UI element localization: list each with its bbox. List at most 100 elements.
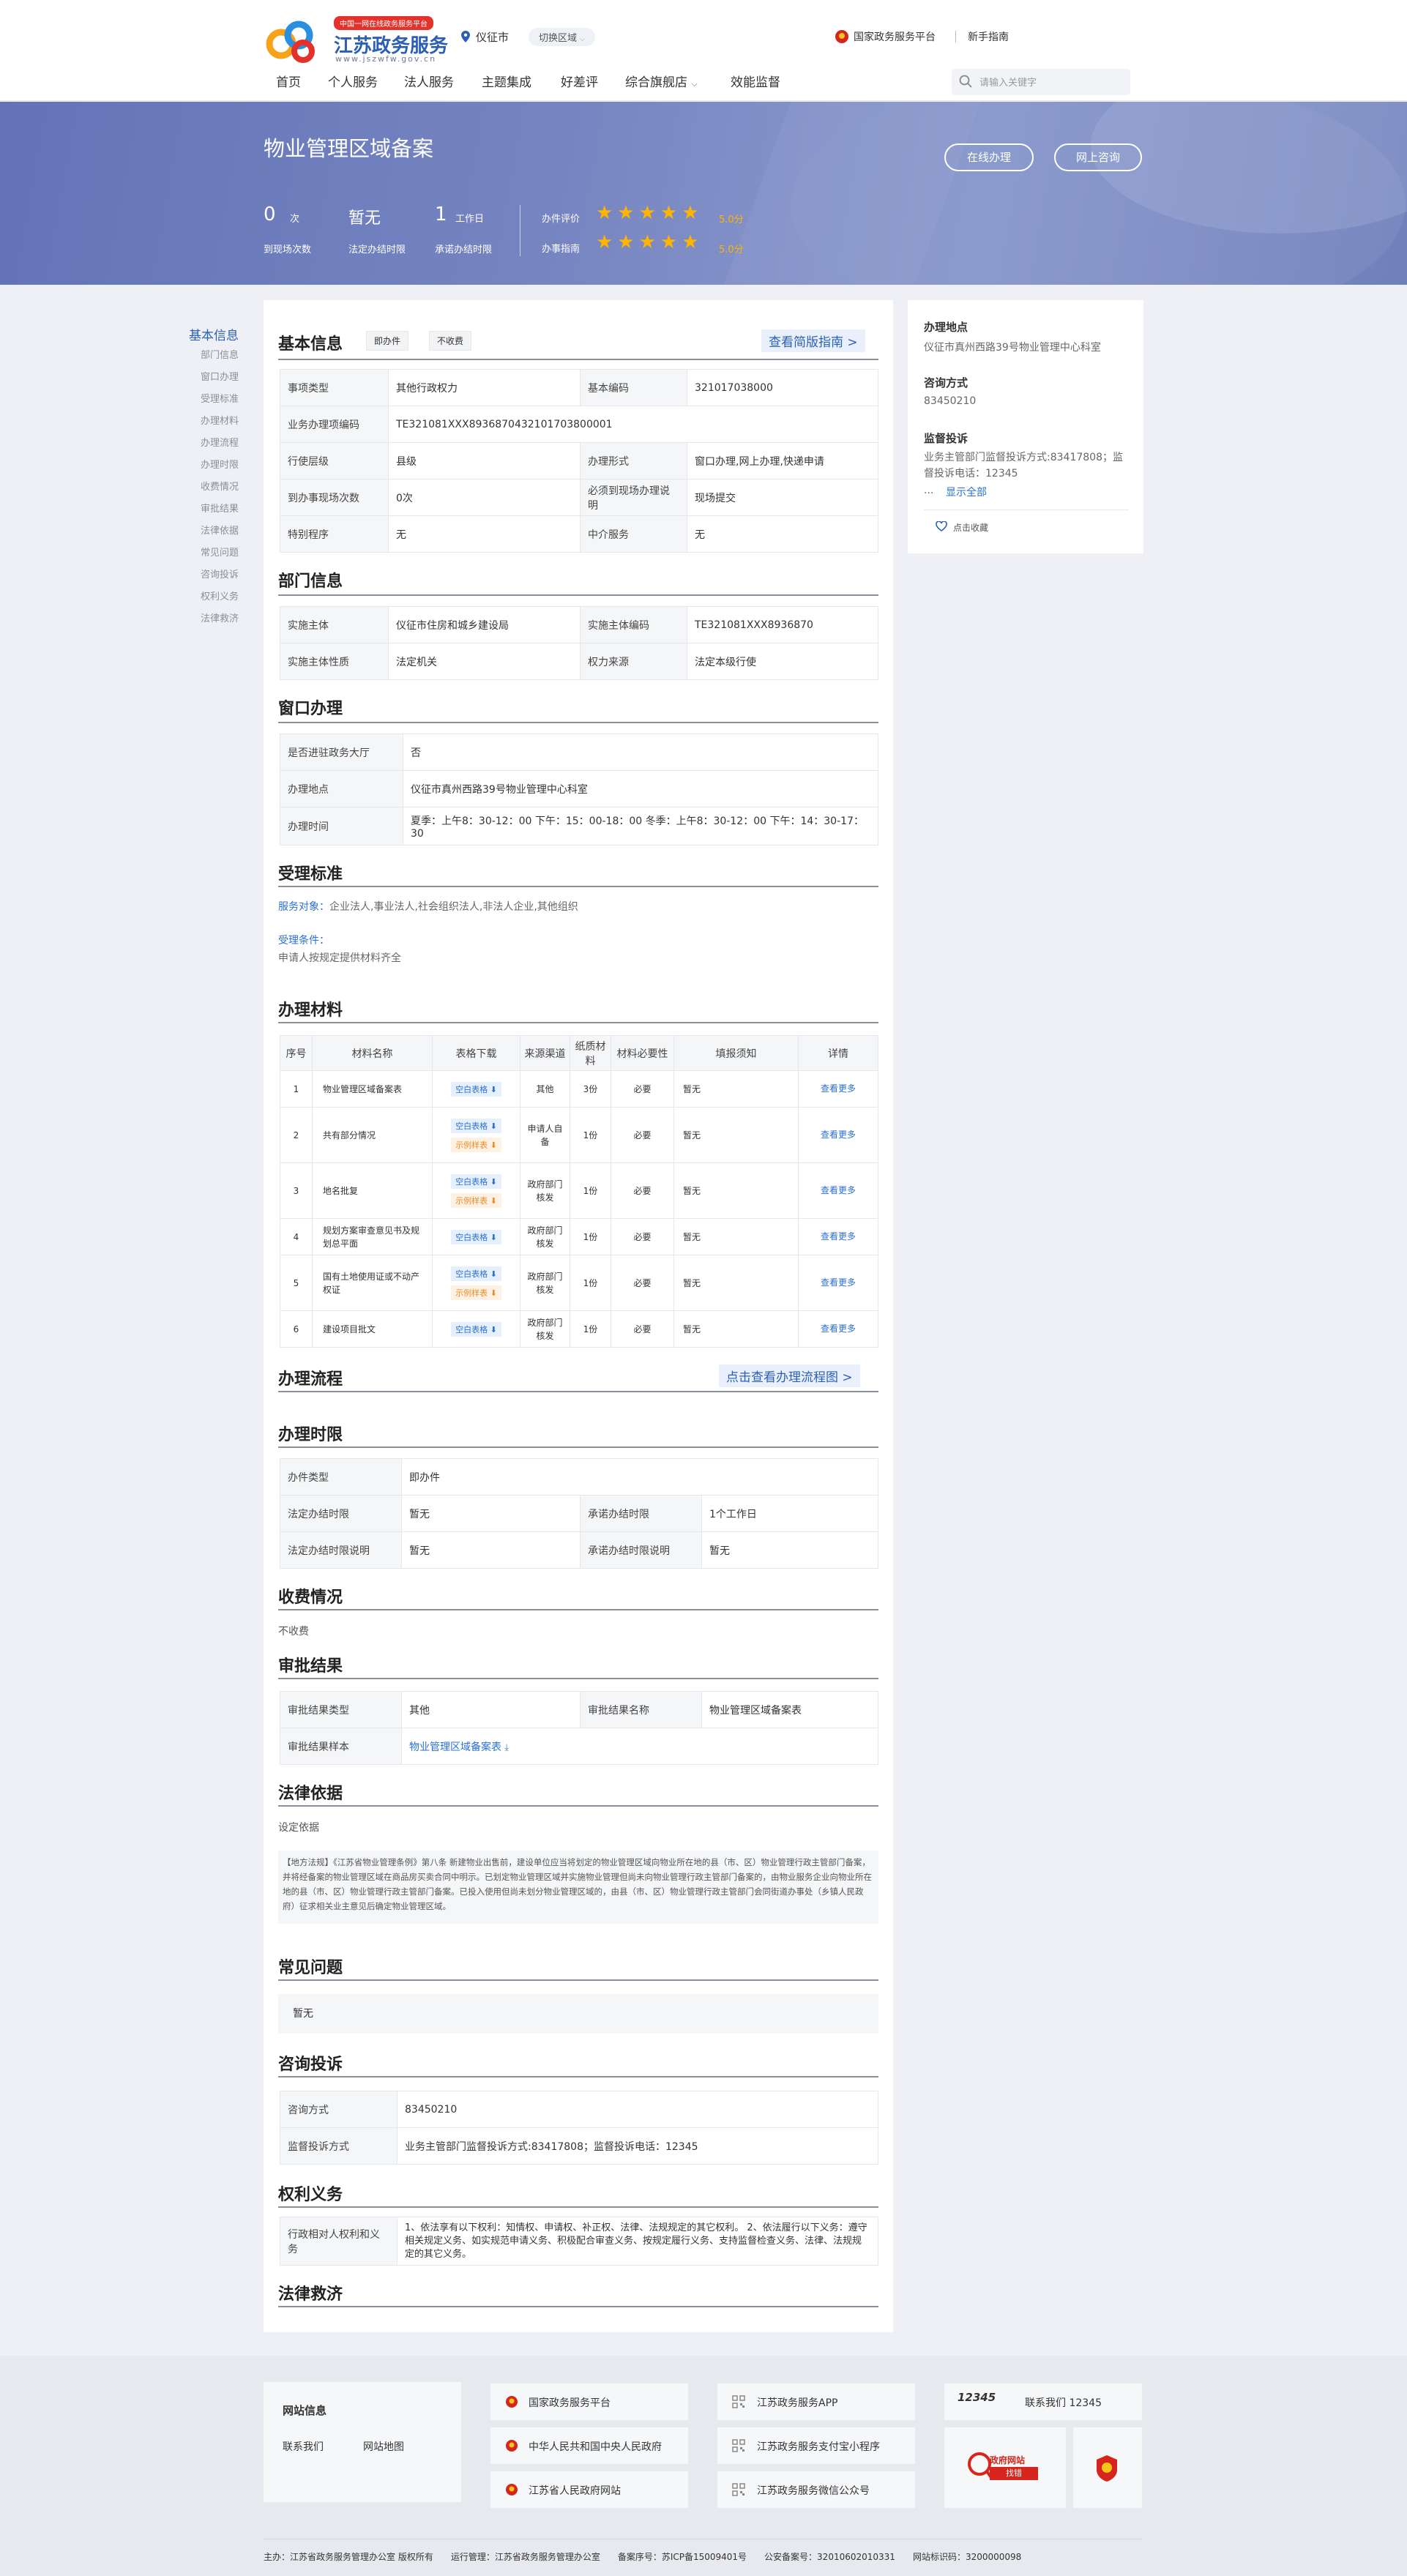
section-divider bbox=[278, 2206, 878, 2208]
nav-personal[interactable]: 个人服务 bbox=[328, 72, 378, 90]
blank-form-download[interactable]: 空白表格 ⬇ bbox=[451, 1266, 501, 1281]
process-chart-link[interactable]: 点击查看办理流程图 > bbox=[719, 1364, 860, 1387]
logo-icon[interactable] bbox=[265, 18, 322, 64]
section-divider bbox=[278, 886, 878, 887]
footer-contact-link[interactable]: 联系我们 bbox=[283, 2439, 324, 2454]
side-place-title: 办理地点 bbox=[924, 321, 969, 334]
table-value: 即办件 bbox=[401, 1458, 878, 1496]
download-icon[interactable]: ⤓ bbox=[504, 1742, 508, 1752]
blank-form-download[interactable]: 空白表格 ⬇ bbox=[451, 1173, 501, 1189]
errata-sub: 找错 bbox=[990, 2467, 1038, 2480]
table-cell: 必要 bbox=[611, 1255, 674, 1311]
blank-form-label: 空白表格 bbox=[455, 1121, 488, 1131]
footer-sitemap-link[interactable]: 网站地图 bbox=[363, 2439, 404, 2454]
material-note: 暂无 bbox=[683, 1084, 701, 1094]
leftnav-remedy[interactable]: 法律救济 bbox=[201, 611, 239, 624]
footer-link[interactable]: 江苏政务服务支付宝小程序 bbox=[757, 2439, 880, 2454]
table-value: 夏季：上午8：30-12：00 下午：15：00-18：00 冬季：上午8：30… bbox=[403, 807, 878, 845]
view-more-link[interactable]: 查看更多 bbox=[809, 1130, 867, 1140]
table-value: 1、依法享有以下权利：知情权、申请权、补正权、法律、法规规定的其它权利。 2、依… bbox=[397, 2217, 878, 2266]
nav-evaluation[interactable]: 好差评 bbox=[561, 72, 598, 90]
view-more-link[interactable]: 查看更多 bbox=[809, 1083, 867, 1094]
qr-code-icon[interactable] bbox=[732, 2439, 745, 2452]
leftnav-dept[interactable]: 部门信息 bbox=[201, 347, 239, 361]
materials-table: 序号 材料名称 表格下载 来源渠道 纸质材料 材料必要性 填报须知 详情 1 物业… bbox=[280, 1035, 878, 1348]
service-target: 服务对象：企业法人,事业法人,社会组织法人,非法人企业,其他组织 bbox=[278, 899, 578, 914]
sample-form-download[interactable]: 示例样表 ⬇ bbox=[451, 1137, 501, 1152]
blank-form-download[interactable]: 空白表格 ⬇ bbox=[451, 1118, 501, 1133]
col-header: 材料名称 bbox=[312, 1035, 433, 1071]
view-more-link[interactable]: 查看更多 bbox=[809, 1231, 867, 1242]
leftnav-result[interactable]: 审批结果 bbox=[201, 501, 239, 515]
table-value: 县级 bbox=[388, 442, 581, 479]
leftnav-basic[interactable]: 基本信息 bbox=[189, 325, 239, 343]
material-source: 申请人自备 bbox=[527, 1123, 563, 1147]
search-input[interactable] bbox=[952, 69, 1130, 95]
leftnav-consult[interactable]: 咨询投诉 bbox=[201, 567, 239, 580]
result-sample-link[interactable]: 物业管理区域备案表 bbox=[409, 1741, 501, 1753]
errata-badge[interactable]: 政府网站 找错 bbox=[968, 2449, 1041, 2486]
table-key: 承诺办结时限 bbox=[580, 1495, 702, 1532]
sample-form-download[interactable]: 示例样表 ⬇ bbox=[451, 1192, 501, 1208]
material-no: 2 bbox=[293, 1130, 299, 1140]
view-more-link[interactable]: 查看更多 bbox=[809, 1277, 867, 1288]
table-row: 实施主体 仪征市住房和城乡建设局 实施主体编码 TE321081XXX89368… bbox=[280, 606, 878, 643]
section-title-law: 法律依据 bbox=[278, 1785, 343, 1803]
material-note: 暂无 bbox=[683, 1278, 701, 1288]
footer-link[interactable]: 江苏省人民政府网站 bbox=[529, 2483, 621, 2498]
table-key: 监督投诉方式 bbox=[280, 2127, 398, 2165]
leftnav-fee[interactable]: 收费情况 bbox=[201, 479, 239, 493]
material-no: 4 bbox=[293, 1231, 299, 1242]
brief-guide-link[interactable]: 查看简版指南 > bbox=[761, 329, 865, 352]
search-placeholder: 请输入关键字 bbox=[979, 78, 1037, 89]
online-consult-button[interactable]: 网上咨询 bbox=[1054, 143, 1142, 171]
section-divider bbox=[278, 359, 878, 360]
leftnav-rights[interactable]: 权利义务 bbox=[201, 589, 239, 602]
nav-legal[interactable]: 法人服务 bbox=[404, 72, 454, 90]
heart-icon[interactable] bbox=[936, 521, 947, 531]
footer-link[interactable]: 江苏政务服务APP bbox=[757, 2395, 837, 2410]
section-title-consult: 咨询投诉 bbox=[278, 2056, 343, 2074]
leftnav-process[interactable]: 办理流程 bbox=[201, 435, 239, 449]
leftnav-accept[interactable]: 受理标准 bbox=[201, 391, 239, 405]
nav-theme[interactable]: 主题集成 bbox=[482, 72, 531, 90]
section-divider bbox=[278, 1805, 878, 1807]
table-value: 暂无 bbox=[401, 1531, 581, 1569]
view-more-link[interactable]: 查看更多 bbox=[809, 1324, 867, 1334]
table-cell: 1份 bbox=[570, 1218, 611, 1255]
national-platform-link[interactable]: 国家政务服务平台 bbox=[854, 29, 936, 44]
table-key: 办理时间 bbox=[280, 807, 403, 845]
nav-flagship[interactable]: 综合旗舰店 ⌵ bbox=[625, 72, 698, 90]
qr-code-icon[interactable] bbox=[732, 2395, 745, 2408]
footer-link[interactable]: 江苏政务服务微信公众号 bbox=[757, 2483, 870, 2498]
table-cell: 5 bbox=[280, 1255, 313, 1311]
qr-code-icon[interactable] bbox=[732, 2483, 745, 2496]
leftnav-faq[interactable]: 常见问题 bbox=[201, 545, 239, 559]
stat-promise-value: 1 bbox=[435, 204, 447, 225]
view-more-link[interactable]: 查看更多 bbox=[809, 1185, 867, 1196]
nav-supervision[interactable]: 效能监督 bbox=[731, 72, 780, 90]
blank-form-download[interactable]: 空白表格 ⬇ bbox=[451, 1321, 501, 1337]
blank-form-download[interactable]: 空白表格 ⬇ bbox=[451, 1229, 501, 1244]
show-all-link[interactable]: 显示全部 bbox=[946, 485, 987, 499]
leftnav-materials[interactable]: 办理材料 bbox=[201, 413, 239, 427]
table-key: 是否进驻政务大厅 bbox=[280, 733, 403, 771]
collect-button[interactable]: 点击收藏 bbox=[953, 521, 988, 534]
guide-rating-label: 办事指南 bbox=[542, 244, 581, 255]
online-apply-button[interactable]: 在线办理 bbox=[944, 143, 1034, 171]
search-icon[interactable] bbox=[959, 75, 972, 88]
leftnav-window[interactable]: 窗口办理 bbox=[201, 369, 239, 383]
stat-visit-label: 到现场次数 bbox=[264, 244, 312, 255]
blank-form-download[interactable]: 空白表格 ⬇ bbox=[451, 1081, 501, 1097]
leftnav-limit[interactable]: 办理时限 bbox=[201, 457, 239, 471]
guide-link[interactable]: 新手指南 bbox=[968, 29, 1009, 44]
footer-link[interactable]: 中华人民共和国中央人民政府 bbox=[529, 2439, 662, 2454]
table-key: 到办事现场次数 bbox=[280, 479, 389, 516]
col-header: 纸质材料 bbox=[570, 1035, 611, 1071]
switch-region-button[interactable]: 切换区域 ⌵ bbox=[529, 28, 595, 46]
nav-home[interactable]: 首页 bbox=[276, 72, 301, 90]
leftnav-law[interactable]: 法律依据 bbox=[201, 523, 239, 537]
footer-link[interactable]: 国家政务服务平台 bbox=[529, 2395, 611, 2410]
section-title-remedy: 法律救济 bbox=[278, 2285, 343, 2304]
sample-form-download[interactable]: 示例样表 ⬇ bbox=[451, 1285, 501, 1300]
